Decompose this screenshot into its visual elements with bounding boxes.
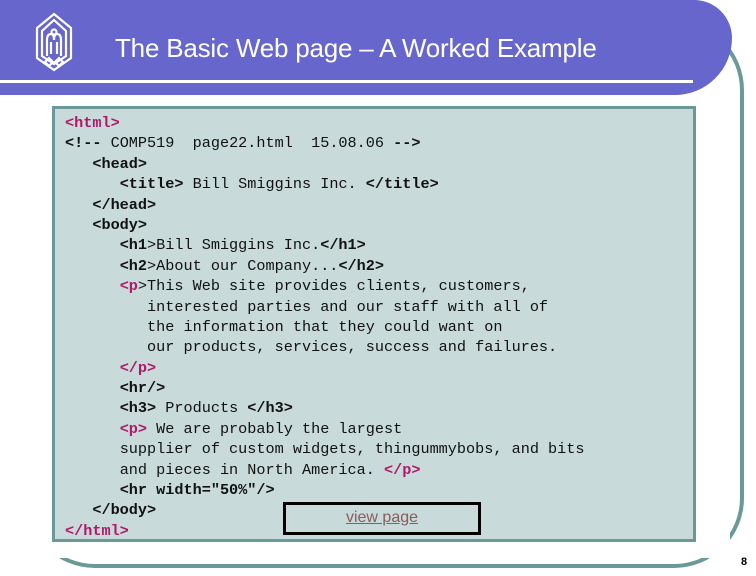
code-tag: <html> [65, 114, 120, 132]
code-tag: <h3> [119, 399, 157, 418]
code-line: <h1>Bill Smiggins Inc.</h1> [65, 235, 585, 255]
arch-emblem-icon [35, 12, 73, 72]
code-line: <head> [65, 154, 585, 174]
view-page-button[interactable]: view page [283, 502, 481, 535]
page-number: 8 [741, 556, 748, 568]
code-tag: <h2 [119, 256, 148, 275]
code-text: the information that they could want on [147, 317, 503, 336]
code-line: <h3> Products </h3> [65, 398, 585, 418]
code-text: and pieces in North America. [119, 460, 384, 479]
code-text: supplier of custom widgets, thingummybob… [119, 440, 585, 459]
view-page-link[interactable]: view page [346, 509, 418, 526]
code-tag: --> [393, 134, 421, 153]
code-line: <h2>About our Company...</h2> [65, 256, 585, 276]
code-text: >Bill Smiggins Inc. [147, 236, 321, 255]
code-line: <p> We are probably the largest [65, 419, 585, 439]
slide-header: The Basic Web page – A Worked Example [0, 0, 732, 95]
code-tag: </html> [65, 521, 129, 540]
code-tag: </body> [92, 501, 157, 520]
code-line: </head> [65, 195, 585, 215]
code-line: <html> [65, 113, 585, 133]
code-line: and pieces in North America. </p> [65, 460, 585, 480]
title-underline [0, 80, 693, 83]
code-tag: </p> [119, 358, 157, 377]
html-code-listing: <html> <!-- COMP519 page22.html 15.08.06 … [65, 113, 585, 541]
code-text: We are probably the largest [147, 419, 403, 438]
code-line: <p>This Web site provides clients, custo… [65, 276, 585, 296]
code-line: <hr width="50%"/> [65, 480, 585, 500]
code-line: our products, services, success and fail… [65, 337, 585, 357]
code-line: supplier of custom widgets, thingummybob… [65, 439, 585, 459]
code-tag: <title> [119, 175, 184, 194]
code-line: <title> Bill Smiggins Inc. </title> [65, 174, 585, 194]
code-tag: <hr width="50%"/> [119, 481, 275, 500]
code-text: Bill Smiggins Inc. [183, 175, 366, 194]
code-text: >About our Company... [147, 256, 339, 275]
code-tag: </title> [365, 175, 439, 194]
code-tag: <head> [92, 154, 148, 173]
code-tag: </h1> [320, 236, 366, 255]
code-text: our products, services, success and fail… [147, 338, 558, 357]
code-text: COMP519 page22.html 15.08.06 [101, 134, 394, 153]
code-tag: </h2> [338, 256, 385, 275]
code-text: Products [156, 399, 248, 418]
code-line: the information that they could want on [65, 317, 585, 337]
code-listing-box: <html> <!-- COMP519 page22.html 15.08.06 … [52, 106, 696, 542]
slide-title: The Basic Web page – A Worked Example [115, 33, 597, 63]
code-tag: </h3> [247, 399, 293, 418]
code-tag: <p> [119, 419, 148, 438]
code-tag: <p [119, 277, 138, 296]
code-line: interested parties and our staff with al… [65, 297, 585, 317]
code-tag: <h1 [119, 236, 148, 255]
code-line: <body> [65, 215, 585, 235]
code-tag: </p> [384, 460, 421, 479]
code-tag: <!-- [65, 134, 102, 153]
code-line: <!-- COMP519 page22.html 15.08.06 --> [65, 133, 585, 153]
code-tag: <hr/> [119, 379, 166, 398]
code-tag: </head> [92, 195, 157, 214]
code-text: >This Web site provides clients, custome… [137, 277, 530, 296]
code-line: </p> [65, 358, 585, 378]
code-line: <hr/> [65, 378, 585, 398]
code-text: interested parties and our staff with al… [147, 297, 549, 316]
code-tag: <body> [92, 215, 148, 234]
